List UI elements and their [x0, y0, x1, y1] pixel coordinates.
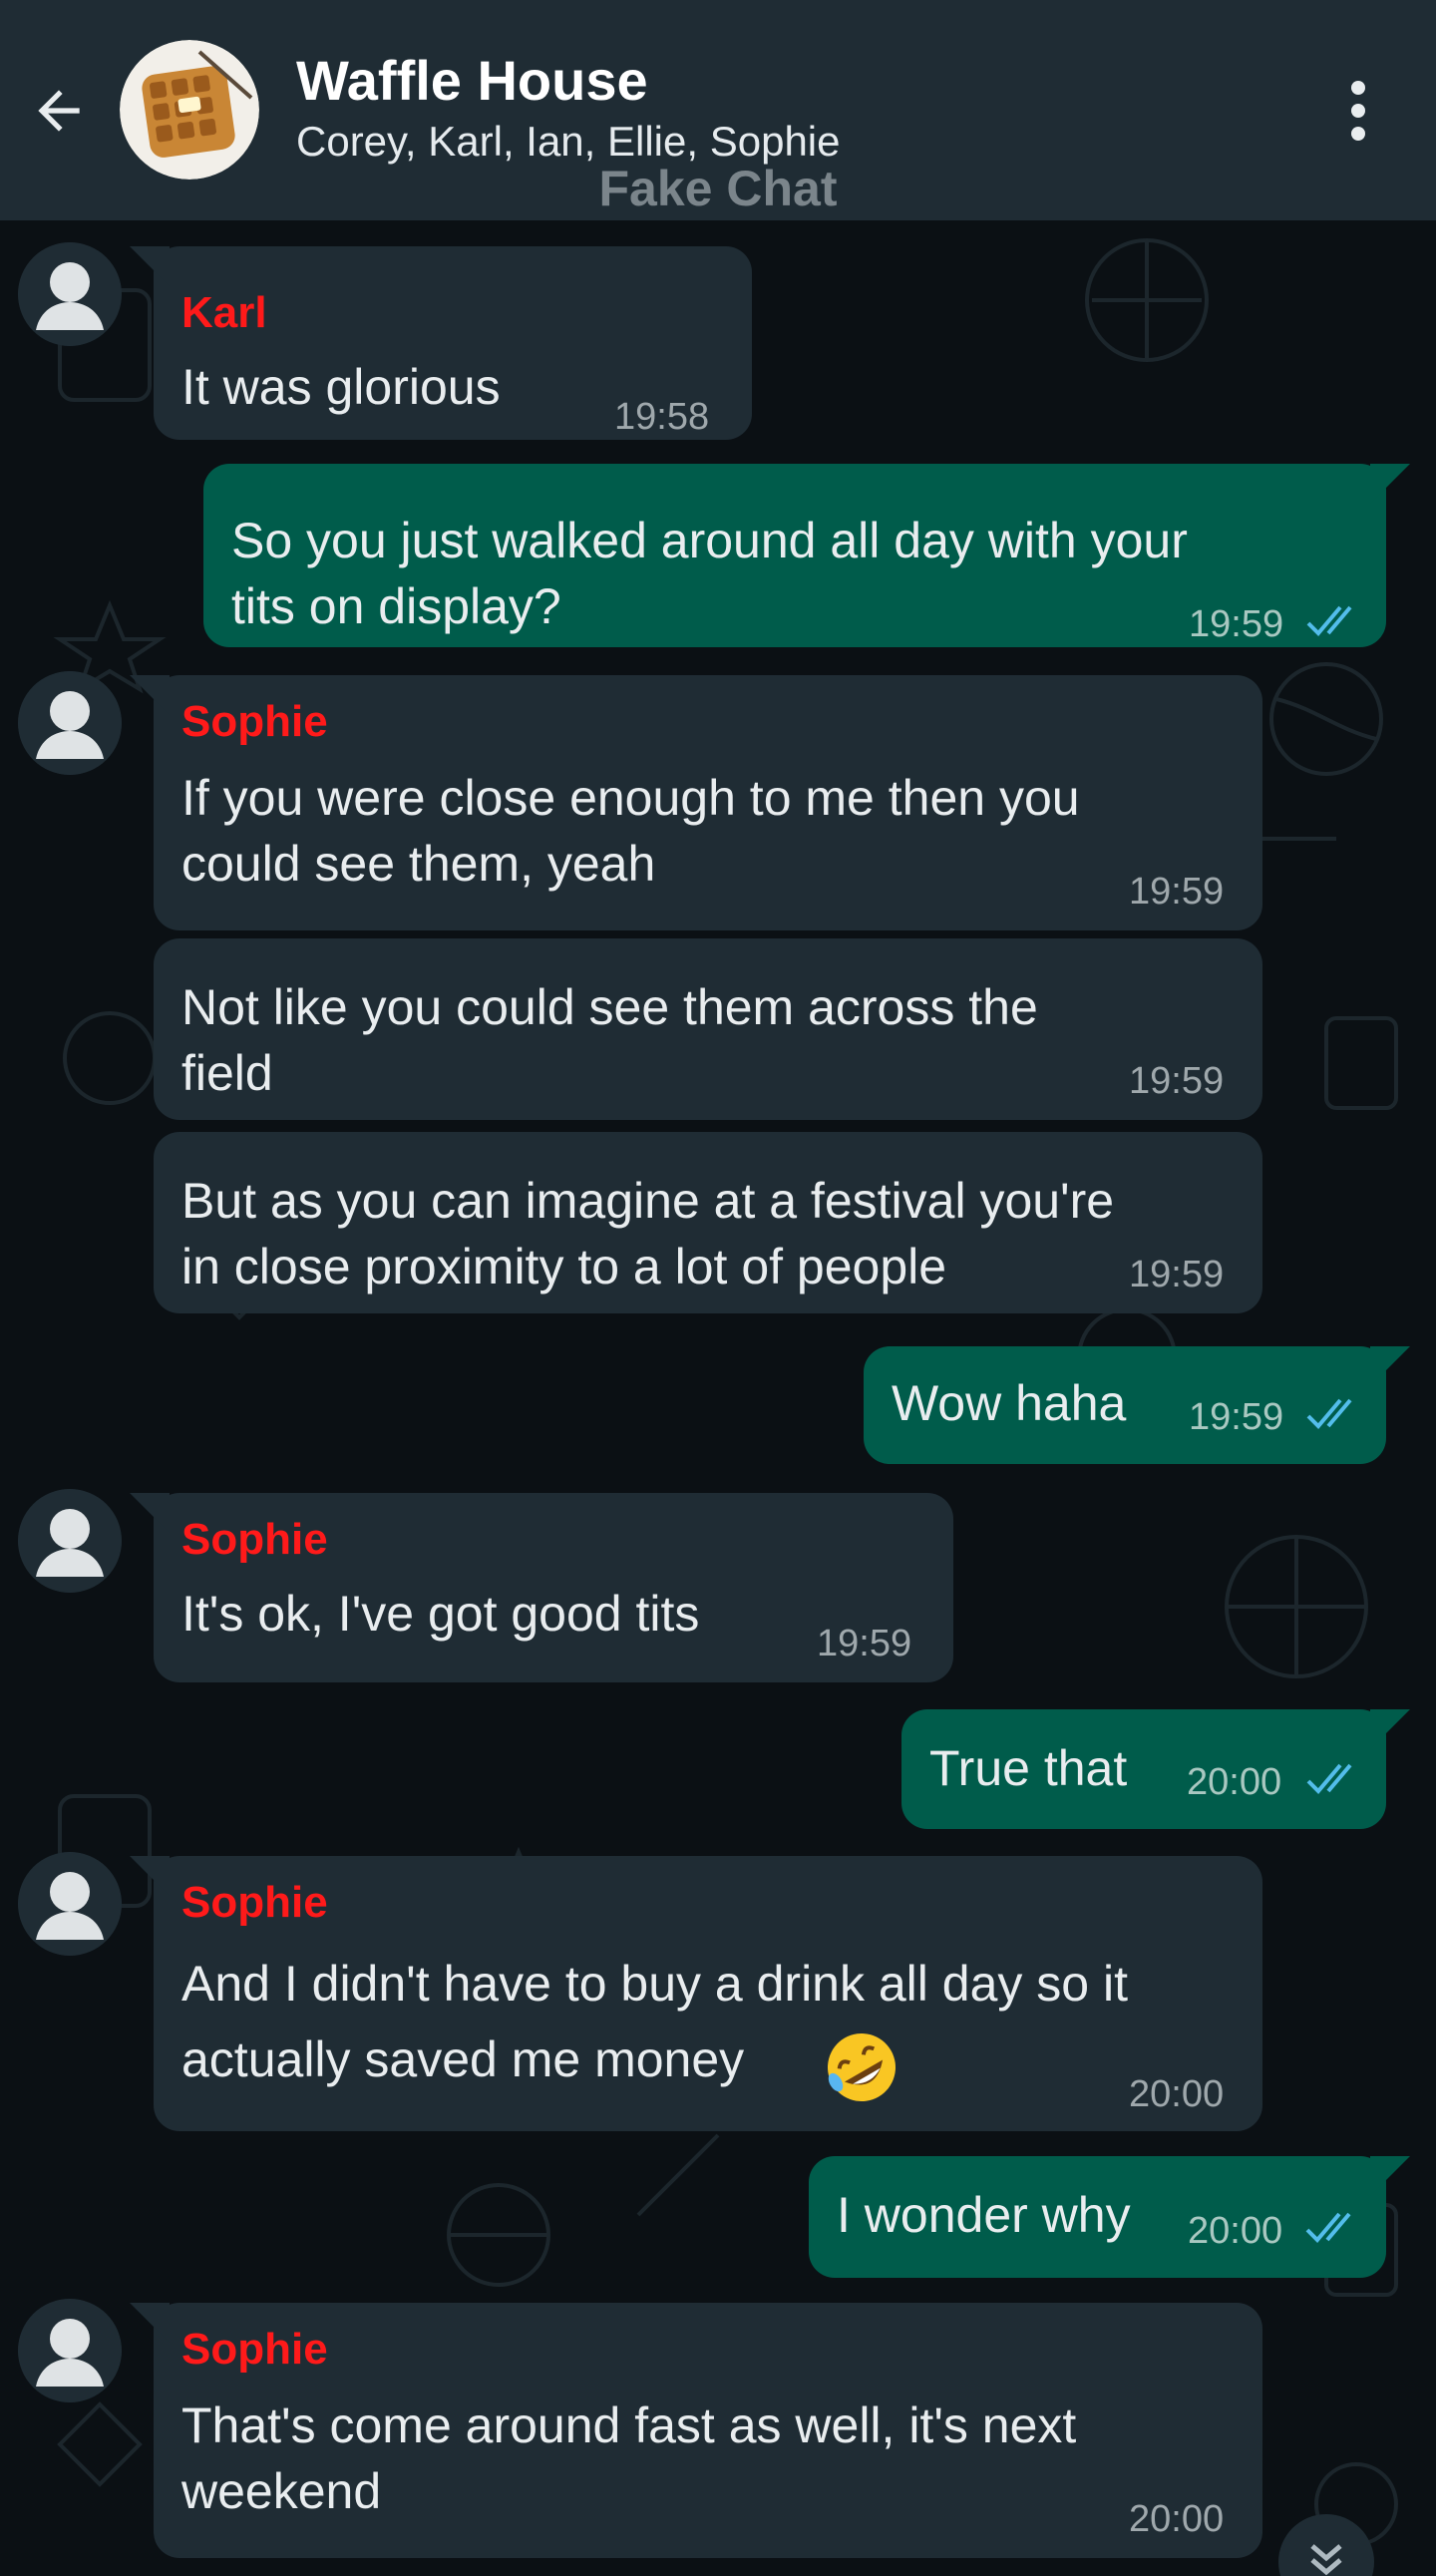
avatar[interactable] [18, 1852, 122, 1956]
message-text: I wonder why [837, 2187, 1131, 2243]
sender-name[interactable]: Sophie [181, 2325, 328, 2375]
message-time: 19:59 [1189, 1396, 1284, 1438]
message-text: But as you can imagine at a festival you… [181, 1173, 1115, 1294]
double-chevron-down-icon [1310, 2544, 1342, 2576]
message-time: 19:59 [1189, 603, 1284, 645]
watermark-text: Fake Chat [598, 161, 838, 216]
message-text: Wow haha [892, 1375, 1127, 1431]
double-check-icon [1306, 1763, 1352, 1794]
message-bubble[interactable]: Sophie And I didn't have to buy a drink … [130, 1856, 1262, 2131]
message-time: 20:00 [1188, 2210, 1283, 2252]
message-text: It was glorious [181, 359, 501, 415]
message-bubble[interactable]: Sophie If you were close enough to me th… [130, 675, 1262, 930]
message-list[interactable]: Karl It was glorious 19:58 So you just w… [0, 220, 1436, 2576]
message-bubble[interactable]: But as you can imagine at a festival you… [154, 1132, 1262, 1313]
message-text: It's ok, I've got good tits [181, 1586, 700, 1642]
bubble-tail [130, 1493, 170, 1533]
message-time: 19:59 [1129, 871, 1225, 913]
message-bubble[interactable]: Not like you could see them across the f… [154, 938, 1262, 1120]
sender-name[interactable]: Sophie [181, 697, 328, 747]
bubble-tail [1370, 1709, 1410, 1749]
message-time: 19:59 [817, 1623, 912, 1664]
message-time: 19:59 [1129, 1060, 1225, 1102]
message-bubble[interactable]: Wow haha 19:59 [864, 1346, 1410, 1464]
message-time: 20:00 [1187, 1761, 1282, 1803]
group-avatar[interactable] [120, 40, 259, 180]
message-bubble[interactable]: True that 20:00 [901, 1709, 1410, 1829]
bubble-tail [130, 1856, 170, 1896]
bubble-tail [1370, 1346, 1410, 1386]
message-time: 19:59 [1129, 1254, 1225, 1295]
message-time: 19:58 [614, 396, 710, 438]
message-text: And I didn't have to buy a drink all day… [181, 1956, 1128, 2087]
message-text: That's come around fast as well, it's ne… [181, 2397, 1077, 2519]
avatar[interactable] [18, 2299, 122, 2402]
double-check-icon [1306, 1398, 1352, 1429]
double-check-icon [1306, 605, 1352, 636]
bubble-tail [130, 246, 170, 286]
chat-header: Waffle House Corey, Karl, Ian, Ellie, So… [0, 0, 1436, 220]
avatar[interactable] [18, 671, 122, 775]
message-time: 20:00 [1129, 2498, 1225, 2540]
bubble-tail [1370, 2156, 1410, 2196]
message-text: True that [929, 1740, 1128, 1796]
message-time: 20:00 [1129, 2073, 1225, 2115]
bubble-tail [130, 2303, 170, 2343]
group-members[interactable]: Corey, Karl, Ian, Ellie, Sophie [296, 118, 841, 166]
avatar[interactable] [18, 1489, 122, 1593]
message-bubble[interactable]: So you just walked around all day with y… [203, 464, 1410, 647]
arrow-left-icon[interactable] [28, 80, 90, 142]
message-bubble[interactable]: Karl It was glorious 19:58 [130, 246, 752, 440]
scroll-down-button[interactable] [1278, 2514, 1374, 2576]
message-text: Not like you could see them across the f… [181, 979, 1038, 1101]
sender-name[interactable]: Karl [181, 288, 267, 338]
sender-name[interactable]: Sophie [181, 1515, 328, 1565]
bubble-tail [130, 675, 170, 715]
sender-name[interactable]: Sophie [181, 1878, 328, 1928]
bubble-tail [1370, 464, 1410, 504]
rolling-on-floor-laughing-emoji [828, 2033, 896, 2101]
double-check-icon [1305, 2212, 1351, 2243]
group-name[interactable]: Waffle House [296, 48, 648, 113]
more-vertical-icon[interactable] [1336, 78, 1380, 144]
message-bubble[interactable]: Sophie That's come around fast as well, … [130, 2303, 1262, 2558]
message-bubble[interactable]: I wonder why 20:00 [809, 2156, 1410, 2278]
message-text: So you just walked around all day with y… [231, 513, 1188, 634]
message-text: If you were close enough to me then you … [181, 770, 1080, 892]
avatar[interactable] [18, 242, 122, 346]
message-bubble[interactable]: Sophie It's ok, I've got good tits 19:59 [130, 1493, 953, 1682]
